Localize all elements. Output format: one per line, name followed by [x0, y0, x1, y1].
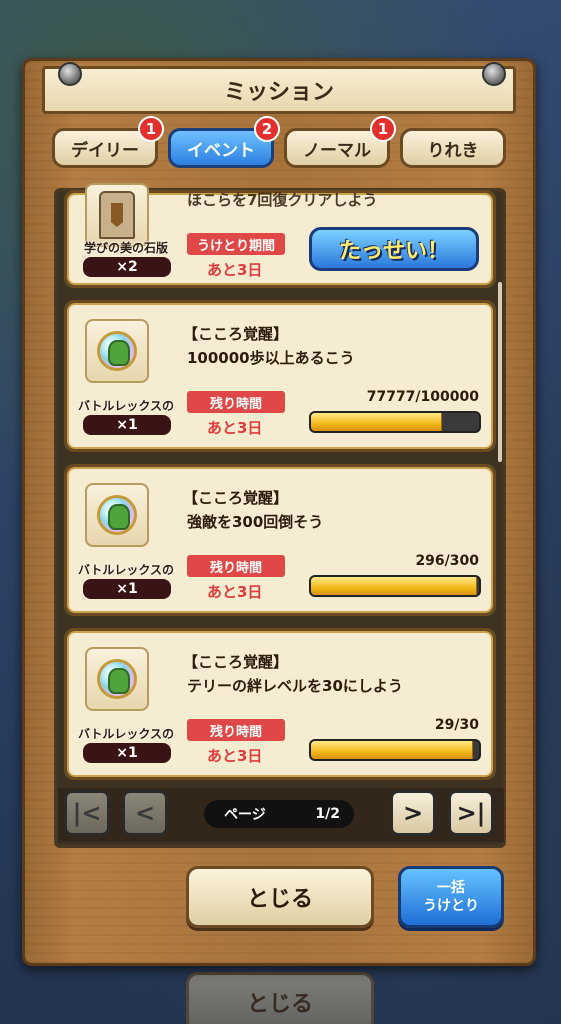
achieve-button[interactable]: たっせい！ [309, 227, 479, 271]
tab-badge: 1 [370, 116, 396, 142]
stone-tablet-icon [85, 183, 149, 247]
mission-category: 【こころ覚醒】 [183, 489, 289, 507]
remaining-time: あと3日 [207, 583, 263, 601]
reward-quantity: ×1 [83, 743, 171, 763]
tab-label: りれき [427, 140, 479, 161]
tab-label: イベント [187, 140, 255, 161]
last-page-button[interactable]: >| [448, 790, 494, 836]
page-title: ミッション [42, 66, 516, 114]
mission-card: バトルレックスの宝珠 ×1 【こころ覚醒】 テリーの絆レベルを30にしよう 残り… [64, 628, 496, 780]
background-close-button: とじる [186, 972, 374, 1024]
remaining-time: あと3日 [207, 419, 263, 437]
pin-icon [58, 62, 82, 86]
mission-text: 強敵を300回倒そう [187, 513, 324, 531]
orb-icon [85, 483, 149, 547]
remaining-time: あと3日 [207, 747, 263, 765]
orb-icon [85, 647, 149, 711]
orb-icon [85, 319, 149, 383]
page-number: 1/2 [315, 806, 340, 822]
page-label: ページ [224, 807, 266, 823]
tab-label: ノーマル [303, 140, 371, 161]
mission-card: バトルレックスの宝珠 ×1 【こころ覚醒】 強敵を300回倒そう 残り時間 あと… [64, 464, 496, 616]
close-button[interactable]: とじる [186, 866, 374, 928]
next-page-button[interactable]: > [390, 790, 436, 836]
prev-page-button[interactable]: < [122, 790, 168, 836]
progress-count: 296/300 [415, 553, 479, 569]
scrollbar[interactable] [498, 282, 502, 462]
tab-badge: 2 [254, 116, 280, 142]
progress-bar [309, 575, 481, 597]
bulk-label-line2: うけとり [423, 898, 479, 914]
progress-count: 77777/100000 [366, 389, 479, 405]
remaining-time: あと3日 [207, 261, 263, 279]
status-badge: うけとり期間 [187, 233, 285, 255]
reward-quantity: ×1 [83, 415, 171, 435]
first-page-button[interactable]: |< [64, 790, 110, 836]
mission-category: 【こころ覚醒】 [183, 325, 289, 343]
progress-bar [309, 411, 481, 433]
tab-badge: 1 [138, 116, 164, 142]
reward-name: 学びの美の石版 [83, 241, 168, 255]
reward-quantity: ×1 [83, 579, 171, 599]
tab-history[interactable]: りれき [400, 128, 506, 168]
reward-quantity: ×2 [83, 257, 171, 277]
mission-category: 【こころ覚醒】 [183, 653, 289, 671]
mission-text: テリーの絆レベルを30にしよう [187, 677, 403, 695]
title-text: ミッション [223, 80, 334, 105]
mission-card: バトルレックスの宝珠 ×1 【こころ覚醒】 100000歩以上あるこう 残り時間… [64, 300, 496, 452]
mission-text: ほこらを7回復クリアしよう [187, 191, 378, 209]
bulk-receive-button[interactable]: 一括 うけとり [398, 866, 504, 928]
bulk-label-line1: 一括 [437, 880, 465, 896]
progress-count: 29/30 [434, 717, 479, 733]
status-badge: 残り時間 [187, 391, 285, 413]
mission-text: 100000歩以上あるこう [187, 349, 355, 367]
mission-card: ほこらを7回復クリアしよう 学びの美の石版 ×2 うけとり期間 あと3日 たっせ… [64, 183, 496, 288]
tab-label: デイリー [71, 140, 139, 161]
status-badge: 残り時間 [187, 719, 285, 741]
pin-icon [482, 62, 506, 86]
status-badge: 残り時間 [187, 555, 285, 577]
progress-bar [309, 739, 481, 761]
page-indicator: ページ 1/2 [204, 800, 354, 828]
